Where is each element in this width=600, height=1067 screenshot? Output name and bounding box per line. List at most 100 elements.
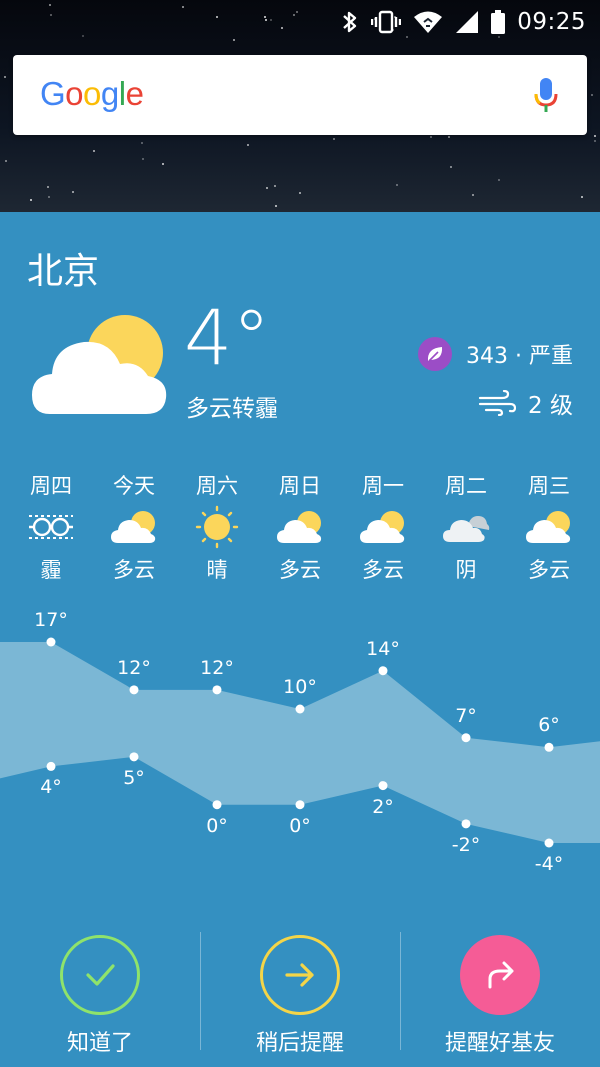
- star: [430, 135, 433, 138]
- arrow-right-icon: [260, 935, 340, 1015]
- google-search-bar[interactable]: Google: [13, 55, 587, 135]
- high-temp-point: [295, 704, 305, 714]
- wind-value: 2 级: [528, 393, 573, 419]
- partly-cloudy-icon: [260, 504, 340, 550]
- high-temp-point: [461, 733, 471, 743]
- forecast-day-name: 周四: [30, 474, 72, 498]
- star: [581, 196, 584, 199]
- current-condition: 多云转霾: [186, 396, 278, 422]
- low-temp-point: [46, 761, 56, 771]
- low-temp-label: 2°: [372, 795, 394, 818]
- action-share-button[interactable]: 提醒好基友: [400, 932, 600, 1062]
- high-temp-label: 6°: [538, 714, 560, 737]
- star: [247, 144, 250, 147]
- forecast-condition: 晴: [206, 558, 228, 582]
- forecast-condition: 霾: [40, 558, 62, 582]
- forecast-day: 周三 多云: [509, 470, 589, 584]
- star: [299, 192, 302, 195]
- air-quality[interactable]: 343 · 严重: [418, 337, 573, 371]
- leaf-icon: [418, 337, 453, 371]
- action-check-button[interactable]: 知道了: [0, 932, 200, 1062]
- forecast-day-name: 周日: [279, 474, 321, 498]
- wifi-icon: [414, 11, 443, 33]
- high-temp-point: [129, 685, 139, 695]
- status-bar: 09:25: [0, 0, 600, 44]
- low-temp-label: -2°: [451, 833, 481, 856]
- low-temp-label: 5°: [123, 766, 145, 789]
- low-temp-label: 0°: [289, 814, 311, 837]
- star: [141, 142, 144, 145]
- forecast-day-name: 周三: [528, 474, 570, 498]
- action-label: 提醒好基友: [444, 1031, 555, 1056]
- forecast-day: 周一 多云: [343, 470, 423, 584]
- low-temp-point: [544, 838, 554, 848]
- star: [162, 162, 165, 165]
- low-temp-point: [378, 781, 388, 791]
- signal-icon: [456, 11, 479, 33]
- low-temp-label: 4°: [40, 776, 62, 799]
- high-temp-label: 10°: [283, 676, 317, 698]
- star: [498, 178, 501, 181]
- microphone-icon[interactable]: [533, 77, 559, 113]
- action-bar: 知道了 稍后提醒 提醒好基友: [0, 932, 600, 1062]
- google-logo-letter: G: [40, 75, 66, 112]
- google-logo-letter: e: [125, 75, 144, 112]
- low-temp-point: [129, 752, 139, 762]
- forecast-day-name: 今天: [113, 474, 155, 498]
- high-temp-point: [46, 637, 56, 647]
- partly-cloudy-icon: [509, 504, 589, 550]
- star: [450, 165, 453, 168]
- wind-level: 2 级: [478, 386, 573, 420]
- forecast-day: 周四霾: [11, 470, 91, 584]
- star: [472, 193, 475, 196]
- wind-icon: [478, 390, 517, 416]
- action-divider: [400, 932, 401, 1050]
- star: [47, 196, 50, 199]
- star: [142, 157, 145, 160]
- google-logo: Google: [40, 75, 144, 113]
- partly-cloudy-icon: [343, 504, 423, 550]
- aqi-value: 343 · 严重: [466, 344, 573, 369]
- forecast-day: 周六晴: [177, 470, 257, 584]
- forecast-condition: 阴: [455, 558, 477, 582]
- high-temp-label: 12°: [200, 656, 234, 679]
- star: [72, 190, 75, 193]
- forecast-day-name: 周一: [362, 474, 404, 498]
- forecast-condition: 多云: [362, 558, 404, 582]
- bluetooth-icon: [343, 11, 357, 33]
- city-name: 北京: [27, 251, 100, 292]
- star: [4, 76, 7, 79]
- star: [273, 184, 276, 187]
- star: [266, 187, 269, 190]
- star: [47, 186, 50, 189]
- google-logo-letter: g: [100, 75, 119, 112]
- forecast-day-name: 周六: [196, 474, 238, 498]
- star: [5, 160, 8, 163]
- star: [593, 134, 596, 137]
- low-temp-label: -4°: [534, 853, 564, 875]
- star: [591, 94, 594, 97]
- high-temp-point: [544, 742, 554, 752]
- forecast-day: 今天 多云: [94, 470, 174, 584]
- clock: 09:25: [517, 9, 586, 35]
- high-temp-label: 7°: [455, 704, 477, 727]
- overcast-icon: [426, 504, 506, 550]
- check-icon: [60, 935, 140, 1015]
- action-arrow-right-button[interactable]: 稍后提醒: [200, 932, 400, 1062]
- forecast-condition: 多云: [279, 558, 321, 582]
- star: [396, 184, 399, 187]
- google-logo-letter: o: [83, 75, 101, 112]
- low-temp-point: [461, 819, 471, 829]
- current-temperature: 4°: [184, 293, 271, 382]
- action-label: 稍后提醒: [255, 1031, 344, 1056]
- low-temp-point: [212, 800, 222, 810]
- forecast-day: 周日 多云: [260, 470, 340, 584]
- google-logo-letter: l: [118, 75, 126, 112]
- forecast-condition: 多云: [528, 558, 570, 582]
- forecast-day: 周二阴: [426, 470, 506, 584]
- star: [30, 199, 33, 202]
- battery-icon: [491, 10, 506, 34]
- temperature-range-band: [0, 642, 600, 843]
- high-temp-label: 14°: [366, 637, 400, 660]
- temperature-chart: [0, 637, 600, 848]
